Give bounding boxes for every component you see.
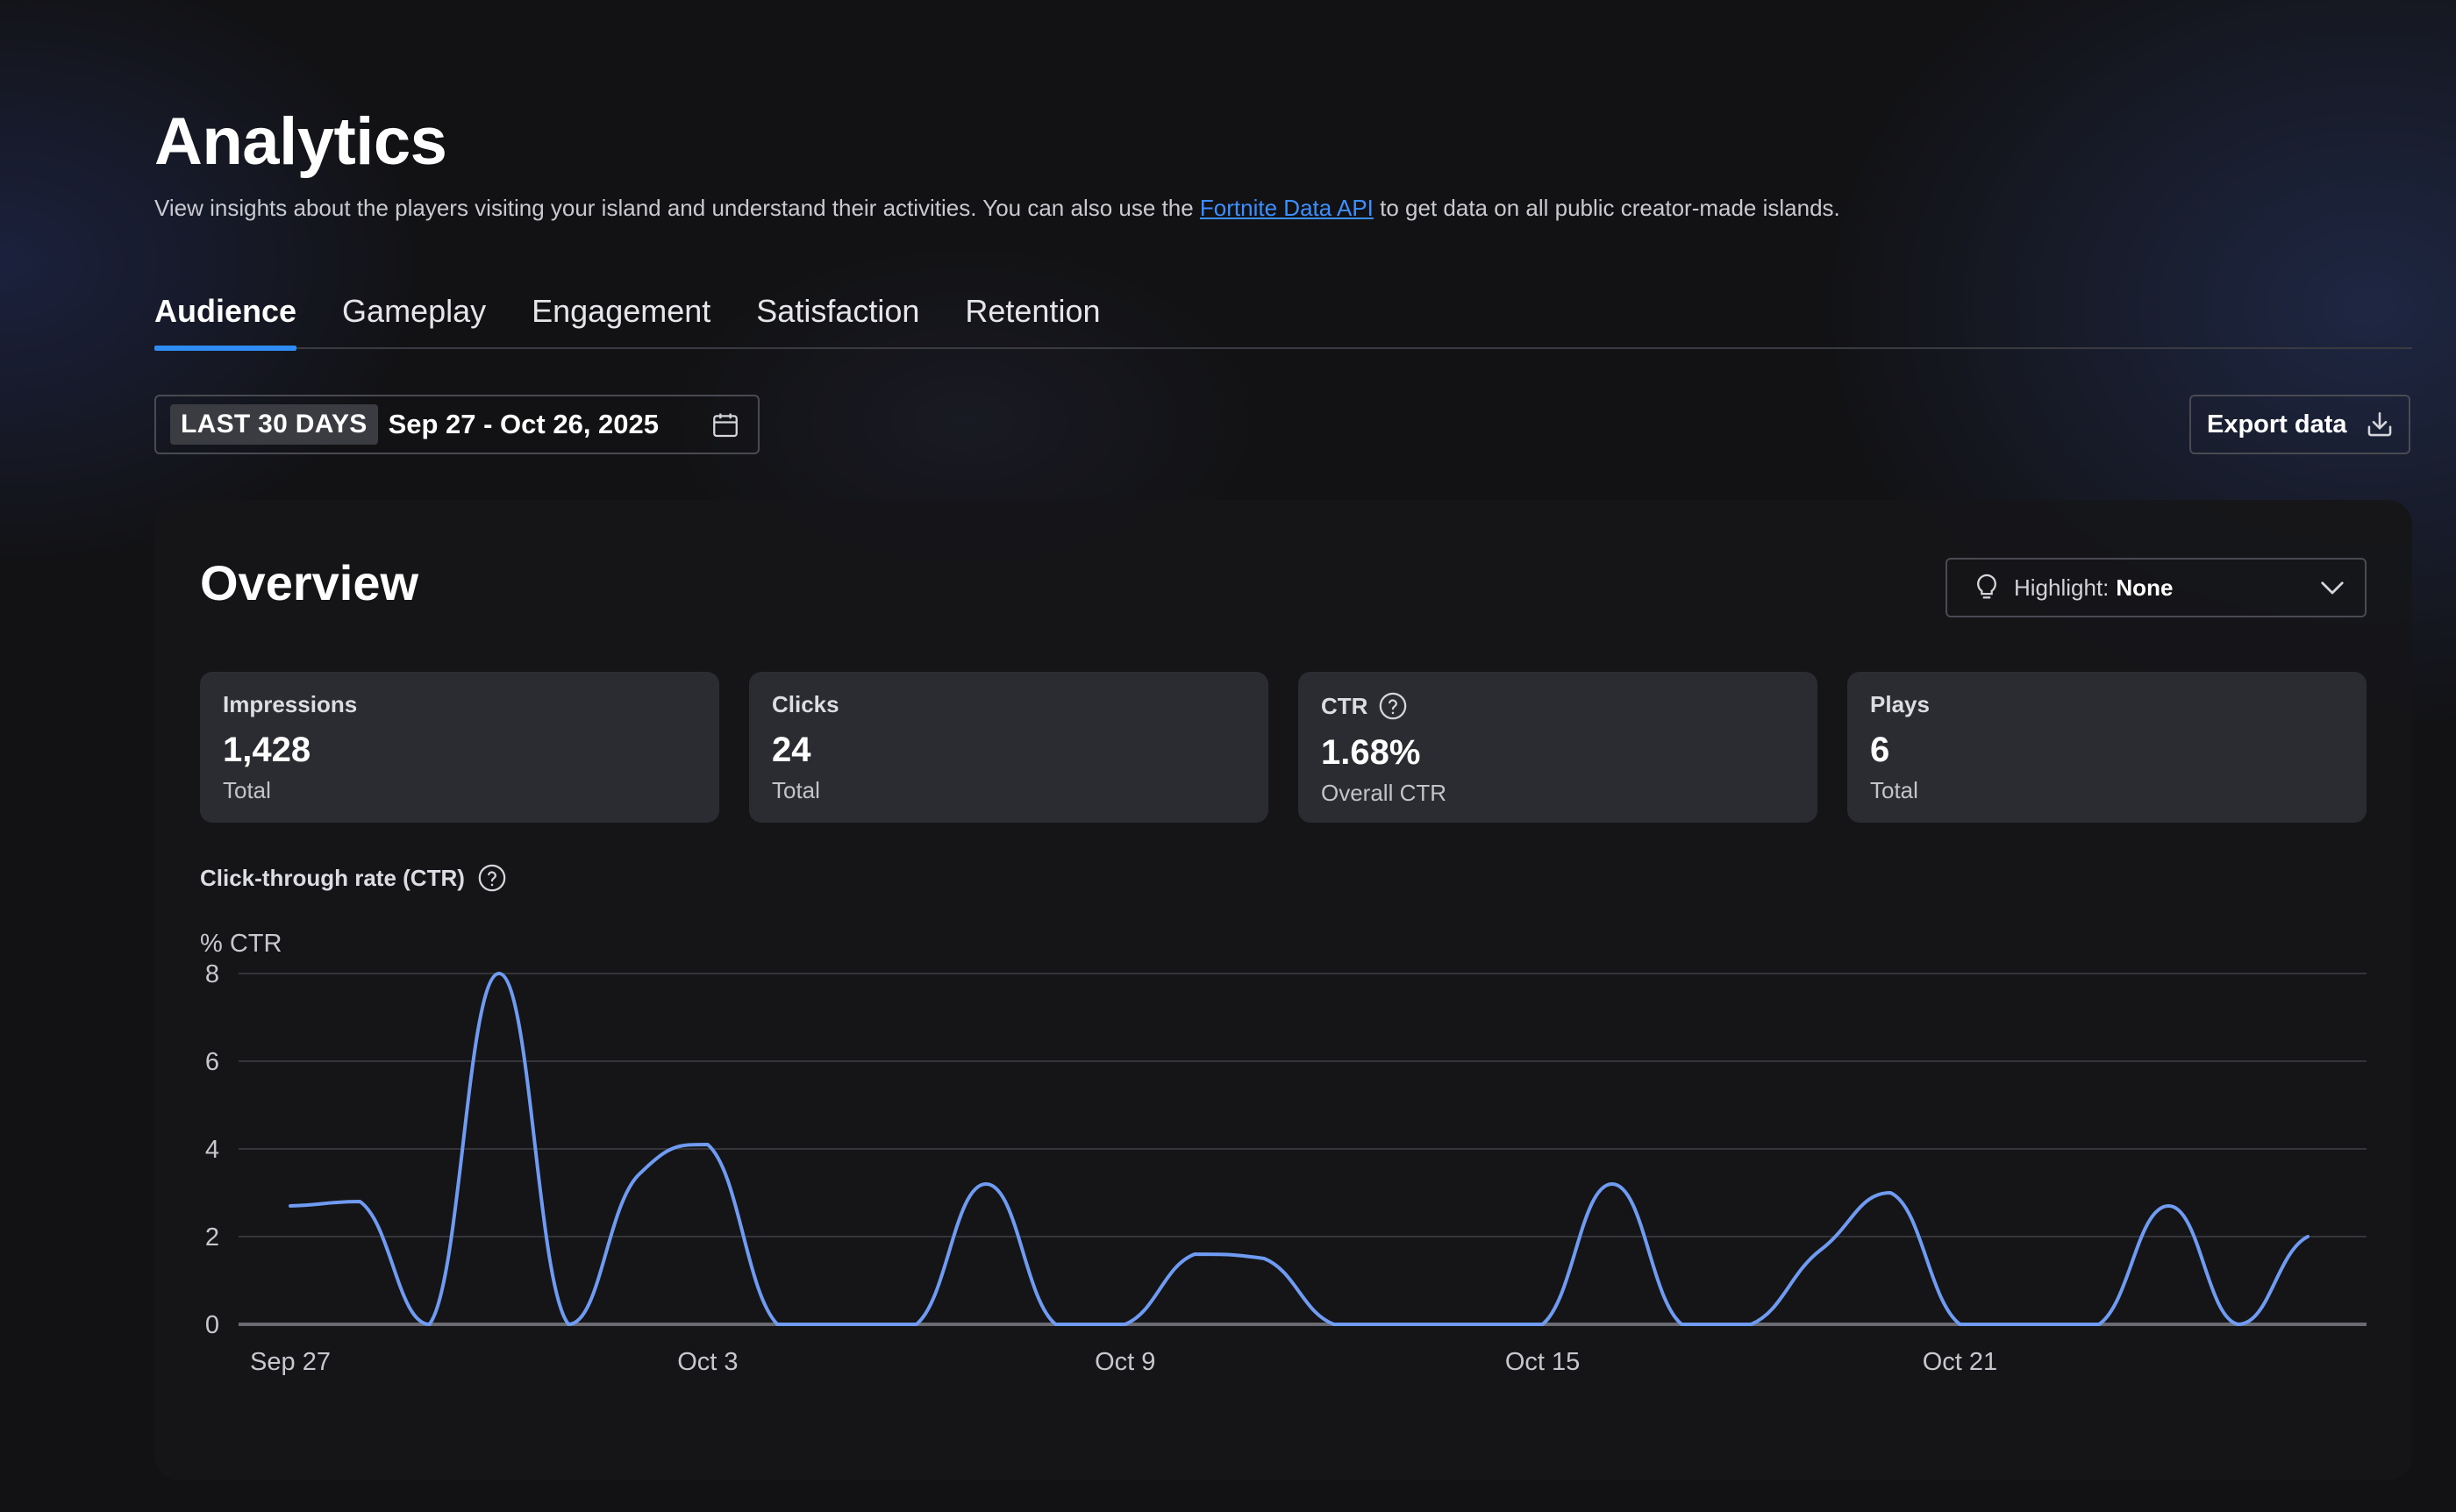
fortnite-data-api-link[interactable]: Fortnite Data API [1200,195,1374,221]
stat-subtext: Total [772,777,820,803]
x-tick-label: Sep 27 [250,1348,331,1376]
export-data-button[interactable]: Export data [2189,395,2410,454]
data-point [357,1199,362,1204]
tab-gameplay[interactable]: Gameplay [342,289,486,349]
tab-audience[interactable]: Audience [154,289,297,351]
stat-card-clicks: Clicks 24 Total [749,672,1268,823]
data-point [566,1322,571,1327]
help-icon[interactable] [477,863,507,893]
data-point [705,1142,710,1147]
y-axis-label: % CTR [200,930,282,958]
stat-subtext: Total [223,777,271,803]
page-subtitle: View insights about the players visiting… [154,195,1840,222]
highlight-dropdown[interactable]: Highlight: None [1946,558,2367,617]
data-point [496,971,502,976]
download-icon [2367,411,2391,437]
chevron-down-icon [2321,581,2344,595]
data-point [288,1203,293,1209]
stat-value: 1,428 [223,731,311,769]
ctr-line-chart: % CTR 0 2 4 6 8 Sep 27 Oct 3 Oct 9 Oct 15 Oct 21 [200,930,2367,1376]
data-point [1818,1247,1824,1252]
data-point [1679,1322,1684,1327]
stat-label: Clicks [772,691,839,717]
stat-card-ctr: CTR 1.68% Overall CTR [1298,672,1817,823]
data-point [775,1322,780,1327]
subtitle-text-end: to get data on all public creator-made i… [1373,195,1840,221]
data-point [1610,1181,1615,1187]
stat-value: 6 [1870,731,1890,769]
y-tick-label: 6 [205,1048,219,1076]
data-point [2166,1203,2171,1209]
data-point [983,1181,989,1187]
stat-value: 1.68% [1321,733,1421,772]
overview-panel: Overview Highlight: None Impressions 1,4… [154,500,2412,1480]
analytics-page: Analytics View insights about the player… [0,0,2456,1512]
highlight-label: Highlight: [2014,574,2110,601]
data-point [1957,1322,1962,1327]
chart-title: Click-through rate (CTR) [200,864,465,891]
data-point [1401,1322,1406,1327]
data-point [2236,1322,2241,1327]
tab-retention[interactable]: Retention [965,289,1100,349]
data-point [1470,1322,1475,1327]
stat-subtext: Overall CTR [1321,780,1447,806]
data-point [2305,1234,2310,1239]
stat-label-row: CTR [1321,691,1795,721]
x-tick-label: Oct 21 [1923,1348,1997,1376]
data-point [636,1173,641,1178]
tab-satisfaction[interactable]: Satisfaction [756,289,919,349]
overview-title: Overview [200,555,419,610]
stat-label: Impressions [223,691,358,717]
stat-label: CTR [1321,692,1368,719]
data-point [844,1322,849,1327]
calendar-icon[interactable] [710,410,740,440]
stat-subtext: Total [1870,777,1918,803]
y-tick-label: 8 [205,960,219,988]
date-range-picker[interactable]: LAST 30 DAYS Sep 27 - Oct 26, 2025 [154,395,760,454]
data-point [1540,1322,1546,1327]
x-tick-label: Oct 9 [1095,1348,1155,1376]
data-point [1888,1190,1893,1195]
date-preset-badge: LAST 30 DAYS [170,404,378,445]
page-title: Analytics [154,104,447,179]
data-point [1123,1322,1128,1327]
export-data-label: Export data [2207,410,2347,439]
stat-card-plays: Plays 6 Total [1847,672,2367,823]
subtitle-text-start: View insights about the players visiting… [154,195,1200,221]
analytics-tabs: Audience Gameplay Engagement Satisfactio… [154,289,2412,351]
stat-card-impressions: Impressions 1,428 Total [200,672,719,823]
data-point [1192,1252,1197,1257]
data-point [1332,1322,1337,1327]
data-point [1261,1256,1267,1261]
y-tick-label: 2 [205,1223,219,1252]
date-range-text: Sep 27 - Oct 26, 2025 [388,409,660,439]
help-icon[interactable] [1378,691,1408,721]
tab-engagement[interactable]: Engagement [532,289,710,349]
y-tick-label: 0 [205,1311,219,1339]
y-tick-label: 4 [205,1136,219,1164]
data-point [1053,1322,1058,1327]
highlight-value: None [2116,574,2174,601]
x-tick-label: Oct 3 [677,1348,738,1376]
chart-title-row: Click-through rate (CTR) [200,863,507,893]
stat-value: 24 [772,731,811,769]
x-tick-label: Oct 15 [1505,1348,1580,1376]
data-point [427,1322,432,1327]
stat-label: Plays [1870,691,1930,717]
data-point [914,1322,919,1327]
lightbulb-icon [1977,574,1996,599]
data-point [1749,1322,1754,1327]
data-point [2096,1322,2102,1327]
data-point [2027,1322,2032,1327]
